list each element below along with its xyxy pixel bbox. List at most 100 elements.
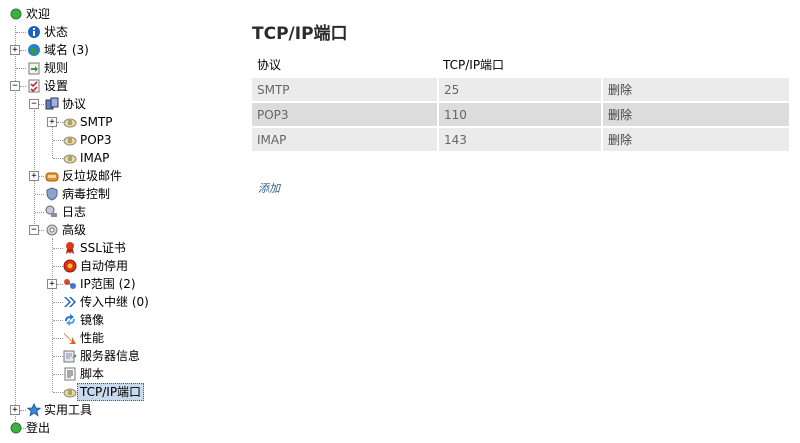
tree-item-label: 病毒控制 — [62, 187, 111, 201]
advanced-icon — [46, 224, 58, 236]
tree-item-label: 反垃圾邮件 — [62, 169, 123, 183]
table-header-row: 协议 TCP/IP端口 — [252, 53, 790, 77]
tree-item-label: 镜像 — [80, 313, 105, 327]
tree-item-label: 服务器信息 — [80, 349, 141, 363]
tree-item-incoming-relays[interactable]: 传入中继 (0) — [0, 293, 170, 311]
tree-item-label: 协议 — [62, 97, 87, 111]
performance-arrow-icon — [64, 333, 76, 344]
page-title: TCP/IP端口 — [252, 24, 348, 44]
tree-item-label: 规则 — [44, 61, 69, 75]
table-row[interactable]: IMAP 143 删除 — [252, 126, 791, 151]
tree-item-logout[interactable]: 登出 — [0, 419, 120, 437]
tree-item-label: 实用工具 — [44, 403, 93, 417]
delete-link[interactable]: 删除 — [602, 76, 791, 102]
log-icon — [45, 205, 57, 217]
tree-item-label: IP范围 (2) — [80, 277, 136, 291]
port-cell[interactable]: 143 — [438, 126, 603, 151]
status-dot-icon — [10, 422, 22, 434]
collapse-icon[interactable]: − — [29, 225, 39, 235]
spam-icon — [45, 172, 59, 182]
tree-item-tcpip-ports[interactable]: TCP/IP端口 — [0, 383, 170, 401]
expand-icon[interactable]: + — [47, 279, 57, 289]
plug-icon — [63, 118, 77, 128]
tree-item-label: TCP/IP端口 — [77, 383, 145, 401]
settings-checklist-icon — [28, 79, 40, 93]
collapse-icon[interactable]: − — [10, 81, 20, 91]
rules-icon — [28, 62, 40, 75]
mirror-arrows-icon — [65, 314, 75, 326]
tree-item-welcome[interactable]: 欢迎 — [0, 5, 120, 23]
tree-item-server-message[interactable]: 服务器信息 — [0, 347, 170, 365]
column-header-action — [602, 53, 790, 77]
navigation-tree: 欢迎 状态 + 域名 (3) 规则 − 设置 − 协议 + SMTP POP3 — [0, 0, 240, 443]
star-icon — [27, 403, 41, 417]
protocols-icon — [45, 97, 59, 110]
protocol-cell[interactable]: POP3 — [252, 101, 439, 127]
tree-item-label: 性能 — [80, 331, 105, 345]
tree-item-label: 域名 (3) — [44, 43, 89, 57]
expand-icon[interactable]: + — [47, 117, 57, 127]
delete-link[interactable]: 删除 — [602, 101, 791, 127]
tree-item-antivirus[interactable]: 病毒控制 — [0, 185, 160, 203]
tree-item-label: 日志 — [62, 205, 87, 219]
tree-item-label: POP3 — [80, 133, 112, 147]
tree-item-smtp[interactable]: + SMTP — [0, 113, 140, 131]
tree-item-ssl[interactable]: SSL证书 — [0, 239, 160, 257]
collapse-icon[interactable]: − — [29, 99, 39, 109]
tree-item-settings[interactable]: − 设置 — [0, 77, 120, 95]
column-header-protocol: 协议 — [252, 53, 438, 77]
protocol-cell[interactable]: IMAP — [252, 126, 439, 151]
table-row[interactable]: SMTP 25 删除 — [252, 76, 791, 102]
double-chevron-right-icon — [64, 297, 76, 307]
tree-item-scripts[interactable]: 脚本 — [0, 365, 160, 383]
tree-item-status[interactable]: 状态 — [0, 23, 120, 41]
tree-item-ip-ranges[interactable]: + IP范围 (2) — [0, 275, 170, 293]
column-header-port: TCP/IP端口 — [438, 53, 602, 77]
tree-item-label: 状态 — [44, 25, 69, 39]
tree-item-logging[interactable]: 日志 — [0, 203, 160, 221]
tree-item-label: 脚本 — [80, 367, 105, 381]
tree-item-label: 高级 — [62, 223, 87, 237]
tree-item-advanced[interactable]: − 高级 — [0, 221, 160, 239]
status-dot-icon — [10, 8, 22, 20]
tree-item-pop3[interactable]: POP3 — [0, 131, 140, 149]
protocol-cell[interactable]: SMTP — [252, 76, 439, 102]
info-icon — [28, 26, 40, 38]
tree-item-autoban[interactable]: 自动停用 — [0, 257, 160, 275]
stop-icon — [63, 259, 77, 273]
plug-icon — [63, 154, 77, 164]
expand-icon[interactable]: + — [10, 45, 20, 55]
expand-icon[interactable]: + — [29, 171, 39, 181]
tree-item-protocols[interactable]: − 协议 — [0, 95, 140, 113]
plug-icon — [63, 136, 77, 146]
tree-item-label: SSL证书 — [80, 241, 126, 255]
add-button[interactable]: 添加 — [258, 180, 280, 196]
ports-table: 协议 TCP/IP端口 SMTP 25 删除 POP3 110 删除 IMAP … — [252, 53, 791, 151]
delete-link[interactable]: 删除 — [602, 126, 791, 151]
shield-icon — [46, 187, 58, 201]
tree-item-rules[interactable]: 规则 — [0, 59, 120, 77]
tree-item-antispam[interactable]: + 反垃圾邮件 — [0, 167, 160, 185]
tree-item-performance[interactable]: 性能 — [0, 329, 160, 347]
tree-item-domains[interactable]: + 域名 (3) — [0, 41, 140, 59]
tree-item-label: 欢迎 — [26, 7, 51, 21]
tree-item-label: 设置 — [44, 79, 69, 93]
expand-icon[interactable]: + — [10, 405, 20, 415]
server-message-icon — [63, 350, 76, 363]
tree-item-label: 登出 — [26, 421, 51, 435]
tree-item-utilities[interactable]: + 实用工具 — [0, 401, 140, 419]
plug-icon — [63, 388, 77, 398]
tree-item-label: SMTP — [80, 115, 113, 129]
ip-range-icon — [64, 279, 76, 289]
port-cell[interactable]: 110 — [438, 101, 603, 127]
tree-item-imap[interactable]: IMAP — [0, 149, 140, 167]
certificate-ribbon-icon — [66, 242, 74, 254]
globe-icon — [28, 44, 40, 56]
tree-item-label: IMAP — [80, 151, 110, 165]
tree-item-label: 自动停用 — [80, 259, 129, 273]
tree-item-mirror[interactable]: 镜像 — [0, 311, 160, 329]
port-cell[interactable]: 25 — [438, 76, 603, 102]
table-row[interactable]: POP3 110 删除 — [252, 101, 791, 127]
tree-item-label: 传入中继 (0) — [80, 295, 149, 309]
script-icon — [64, 367, 76, 381]
